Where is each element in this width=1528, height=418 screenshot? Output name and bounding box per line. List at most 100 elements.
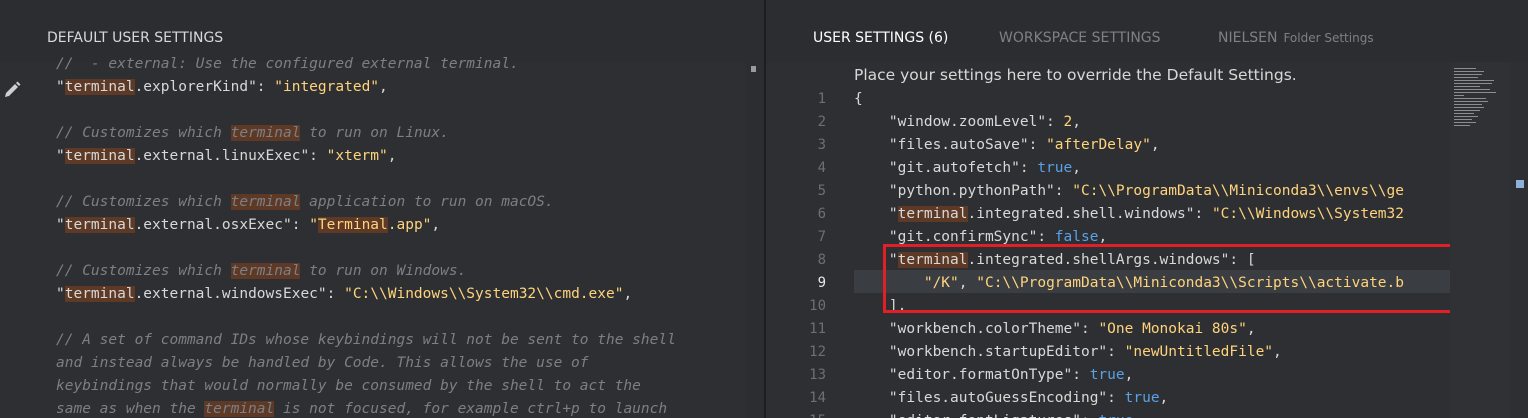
line-number: 9 [817, 275, 826, 291]
folder-tab-label: NIELSEN [1218, 30, 1278, 46]
line-number: 13 [809, 367, 826, 383]
minimap-line [1454, 80, 1494, 81]
code-line: "terminal.external.windowsExec": "C:\\Wi… [56, 283, 632, 306]
line-number: 3 [817, 137, 826, 153]
code-token: " [56, 148, 65, 164]
line-number: 12 [809, 344, 826, 360]
code-token: "python.pythonPath": [854, 183, 1073, 199]
code-line: "python.pythonPath": "C:\\ProgramData\\M… [854, 180, 1404, 203]
minimap-line [1454, 125, 1470, 126]
code-line: "terminal.external.linuxExec": "xterm", [56, 145, 396, 168]
code-token: , [1098, 229, 1108, 245]
code-token: terminal [230, 263, 301, 279]
minimap[interactable] [1450, 62, 1510, 418]
code-token: Terminal [317, 217, 388, 233]
default-settings-pane: DEFAULT USER SETTINGS // - external: Use… [0, 0, 764, 418]
minimap-line [1454, 92, 1496, 93]
line-number: 10 [809, 298, 826, 314]
code-token: to run on Windows. [300, 263, 467, 279]
code-token: // Customizes which [56, 194, 231, 210]
minimap-line [1454, 68, 1476, 69]
code-token: // Customizes which [56, 125, 231, 141]
code-token: true [1098, 413, 1133, 418]
code-token: terminal [897, 206, 968, 222]
code-token: , [1072, 160, 1081, 176]
code-token: same as when the [56, 401, 205, 417]
code-token: , [431, 217, 441, 233]
highlight-annotation-box [883, 244, 1459, 313]
code-token: terminal [64, 148, 135, 164]
code-token: " [56, 217, 65, 233]
code-token: // Customizes which [56, 263, 231, 279]
code-token: " [56, 286, 65, 302]
code-token: "editor.formatOnType": [854, 367, 1090, 383]
code-token: "integrated" [274, 79, 380, 95]
code-token: "workbench.colorTheme": [854, 321, 1099, 337]
code-token: terminal [230, 194, 301, 210]
line-number: 8 [817, 252, 826, 268]
code-token: " [56, 79, 65, 95]
line-number: 15 [786, 410, 826, 418]
minimap-line [1454, 113, 1474, 114]
code-token: , [1246, 321, 1256, 337]
pencil-icon[interactable] [2, 78, 24, 104]
scrollbar-cursor-marker [1516, 180, 1524, 188]
line-number: 11 [809, 321, 826, 337]
code-token: "afterDelay" [1046, 137, 1151, 153]
code-token: terminal [64, 217, 135, 233]
code-line: "window.zoomLevel": 2, [854, 111, 1081, 134]
code-line: { [854, 88, 863, 111]
code-token: keybindings that would normally be consu… [56, 378, 641, 394]
minimap-line [1454, 98, 1486, 99]
tab-user-settings[interactable]: USER SETTINGS (6) [813, 30, 948, 46]
code-token: , [1273, 344, 1282, 360]
code-token: , [1072, 114, 1081, 130]
code-token: "window.zoomLevel": [854, 114, 1064, 130]
code-token: terminal [64, 286, 135, 302]
left-scrollbar[interactable] [746, 62, 764, 418]
minimap-line [1454, 95, 1464, 96]
code-token: is not focused, for example ctrl+p to la… [274, 401, 668, 417]
code-token: terminal [204, 401, 275, 417]
minimap-line [1454, 89, 1490, 90]
minimap-line [1454, 101, 1488, 102]
code-token: , [1159, 390, 1169, 406]
code-token: , [1150, 137, 1160, 153]
minimap-line [1454, 110, 1480, 111]
tab-workspace-settings[interactable]: WORKSPACE SETTINGS [999, 30, 1161, 46]
code-line: "terminal.external.osxExec": "Terminal.a… [56, 214, 440, 237]
code-token: // A set of command IDs whose keybinding… [56, 332, 676, 348]
code-line: // Customizes which terminal to run on L… [56, 122, 449, 145]
minimap-line [1454, 119, 1472, 120]
code-token: "git.confirmSync": [854, 229, 1055, 245]
code-line: "terminal.integrated.shell.windows": "C:… [854, 203, 1404, 226]
line-number: 6 [817, 206, 826, 222]
default-settings-title: DEFAULT USER SETTINGS [47, 30, 224, 46]
minimap-line [1454, 83, 1492, 84]
code-token: terminal [64, 79, 135, 95]
line-number: 2 [817, 114, 826, 130]
minimap-line [1454, 77, 1478, 78]
code-line: // - external: Use the configured extern… [56, 53, 519, 76]
minimap-line [1454, 71, 1484, 72]
code-token: false [1054, 229, 1099, 245]
code-token: .integrated.shell.windows": [967, 206, 1212, 222]
code-token: " [854, 206, 898, 222]
line-number: 4 [817, 160, 826, 176]
code-line: "git.autofetch": true, [854, 157, 1081, 180]
code-line: "files.autoGuessEncoding": true, [854, 387, 1168, 410]
code-token: , [387, 148, 397, 164]
code-token: and instead always be handled by Code. T… [56, 355, 589, 371]
code-line: and instead always be handled by Code. T… [56, 352, 589, 375]
code-token: terminal [230, 125, 301, 141]
code-token: "newUntitledFile" [1124, 344, 1274, 360]
code-token: { [854, 91, 863, 107]
tab-folder-nielsen[interactable]: NIELSEN Folder Settings [1218, 30, 1374, 46]
code-token: true [1037, 160, 1073, 176]
left-scrollbar-thumb[interactable] [751, 66, 756, 72]
code-token: "files.autoGuessEncoding": [854, 390, 1125, 406]
code-token: .external.linuxExec": [134, 148, 327, 164]
code-line: "editor.formatOnType": true, [854, 364, 1133, 387]
code-line: // Customizes which terminal to run on W… [56, 260, 466, 283]
code-token: "workbench.startupEditor": [854, 344, 1125, 360]
